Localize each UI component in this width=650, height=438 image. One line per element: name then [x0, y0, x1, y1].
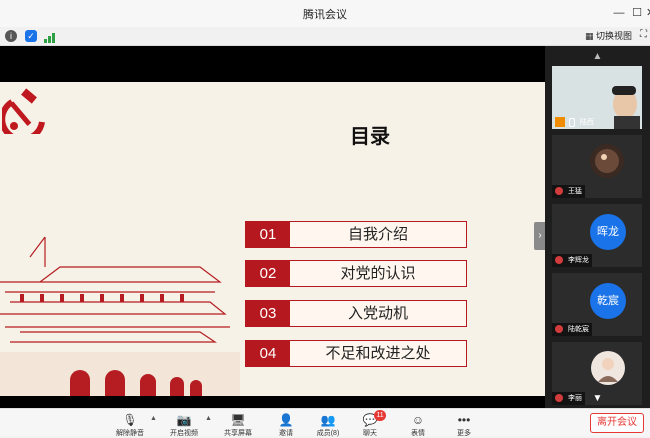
mic-muted-icon	[555, 256, 563, 265]
emoji-icon: ☺	[411, 413, 425, 427]
participant-tile[interactable]: 乾宸 陆乾宸	[552, 273, 642, 336]
chevron-right-icon: ›	[538, 230, 542, 241]
tiananmen-illustration-icon	[0, 236, 240, 396]
members-icon: 👥	[320, 413, 336, 427]
participant-name-bar: 王猛	[552, 185, 585, 198]
presentation-slide: 目录 01 自我介绍 02 对党的认识 03 入党动机 04 不足和改进之处	[0, 82, 545, 396]
toolbar-label: 聊天	[363, 430, 377, 437]
more-icon: •••	[457, 413, 471, 427]
toc-item-number: 02	[246, 261, 290, 286]
toc-item-number: 01	[246, 222, 290, 247]
participant-name-bar: 陆西	[552, 116, 597, 129]
signal-icon[interactable]	[44, 30, 56, 43]
mic-muted-icon	[555, 325, 563, 334]
participant-name: 李辉龙	[567, 257, 589, 264]
share-screen-icon: 🖥	[230, 413, 246, 427]
switch-view-button[interactable]: ▦ 切换视图	[585, 29, 632, 42]
participant-name-bar: 李辉龙	[552, 254, 592, 267]
mic-muted-icon	[555, 187, 563, 196]
fullscreen-icon[interactable]: ⛶	[640, 29, 647, 40]
invite-icon: 👤	[278, 413, 294, 427]
title-bar: 腾讯会议 — ☐ ✕	[0, 0, 650, 27]
info-icon[interactable]: i	[5, 30, 17, 42]
grid-icon: ▦	[584, 31, 594, 41]
scroll-down-icon[interactable]: ▼	[545, 390, 650, 408]
participant-name-bar: 陆乾宸	[552, 323, 592, 336]
start-video-button[interactable]: 📷 开启视频	[164, 409, 204, 437]
toc-item: 01 自我介绍	[245, 221, 467, 248]
party-emblem-icon	[2, 88, 45, 134]
participant-name: 陆乾宸	[567, 326, 589, 333]
toc-item-text: 不足和改进之处	[325, 345, 431, 362]
toc-item-text: 自我介绍	[347, 226, 408, 243]
toolbar-label: 开启视频	[170, 430, 198, 437]
meeting-status-bar: i ✓ ▦ 切换视图 ⛶	[0, 27, 650, 46]
avatar: 晖龙	[590, 214, 626, 250]
close-icon[interactable]: ✕	[646, 4, 650, 22]
unmute-button[interactable]: 🎙 解除静音	[110, 409, 150, 437]
toc-item-text: 入党动机	[347, 305, 408, 322]
unread-badge: 11	[374, 410, 386, 421]
mic-muted-icon: 🎙	[122, 413, 138, 427]
emoji-button[interactable]: ☺ 表情	[398, 409, 438, 437]
camera-off-icon: 📷	[176, 413, 192, 427]
toolbar-label: 共享屏幕	[224, 430, 252, 437]
chat-button[interactable]: 💬 11 聊天	[350, 409, 390, 437]
participant-name: 王猛	[567, 188, 582, 195]
switch-view-label: 切换视图	[595, 31, 632, 41]
toolbar-label: 邀请	[279, 430, 293, 437]
participant-tile[interactable]: 陆西	[552, 66, 642, 129]
leave-meeting-button[interactable]: 离开会议	[590, 413, 644, 433]
shared-screen: 目录 01 自我介绍 02 对党的认识 03 入党动机 04 不足和改进之处	[0, 46, 545, 408]
toolbar-label: 解除静音	[116, 430, 144, 437]
meeting-toolbar: 🎙 解除静音 ▲ 📷 开启视频 ▲ 🖥 共享屏幕 👤 邀请 👥 成员(8) 💬 …	[0, 408, 650, 437]
chevron-up-icon[interactable]: ▲	[205, 415, 212, 422]
maximize-icon[interactable]: ☐	[628, 4, 646, 22]
more-button[interactable]: ••• 更多	[444, 409, 484, 437]
invite-button[interactable]: 👤 邀请	[266, 409, 306, 437]
share-screen-button[interactable]: 🖥 共享屏幕	[218, 409, 258, 437]
toc-item-number: 04	[246, 341, 290, 366]
toolbar-label: 成员(8)	[316, 430, 340, 437]
slide-title: 目录	[350, 126, 390, 148]
minimize-icon[interactable]: —	[610, 4, 628, 22]
participant-name: 陆西	[579, 119, 594, 126]
toolbar-label: 更多	[457, 430, 471, 437]
participant-tile[interactable]: 晖龙 李辉龙	[552, 204, 642, 267]
toc-item-number: 03	[246, 301, 290, 326]
participant-tile[interactable]: 王猛	[552, 135, 642, 198]
toc-item-text: 对党的认识	[340, 265, 416, 282]
window-title: 腾讯会议	[303, 9, 347, 21]
host-icon	[555, 117, 565, 128]
toolbar-label: 表情	[411, 430, 425, 437]
chevron-up-icon[interactable]: ▲	[150, 415, 157, 422]
shield-icon[interactable]: ✓	[25, 30, 37, 42]
participant-panel: ▲ 陆西 王猛 晖龙 李辉龙 乾宸 陆乾宸 李丽 ▼	[545, 46, 650, 408]
toc-item: 02 对党的认识	[245, 260, 467, 287]
scroll-up-icon[interactable]: ▲	[545, 48, 650, 66]
avatar: 乾宸	[590, 283, 626, 319]
toc-item: 04 不足和改进之处	[245, 340, 467, 367]
members-button[interactable]: 👥 成员(8)	[308, 409, 348, 437]
mic-icon	[568, 117, 575, 127]
toc-item: 03 入党动机	[245, 300, 467, 327]
